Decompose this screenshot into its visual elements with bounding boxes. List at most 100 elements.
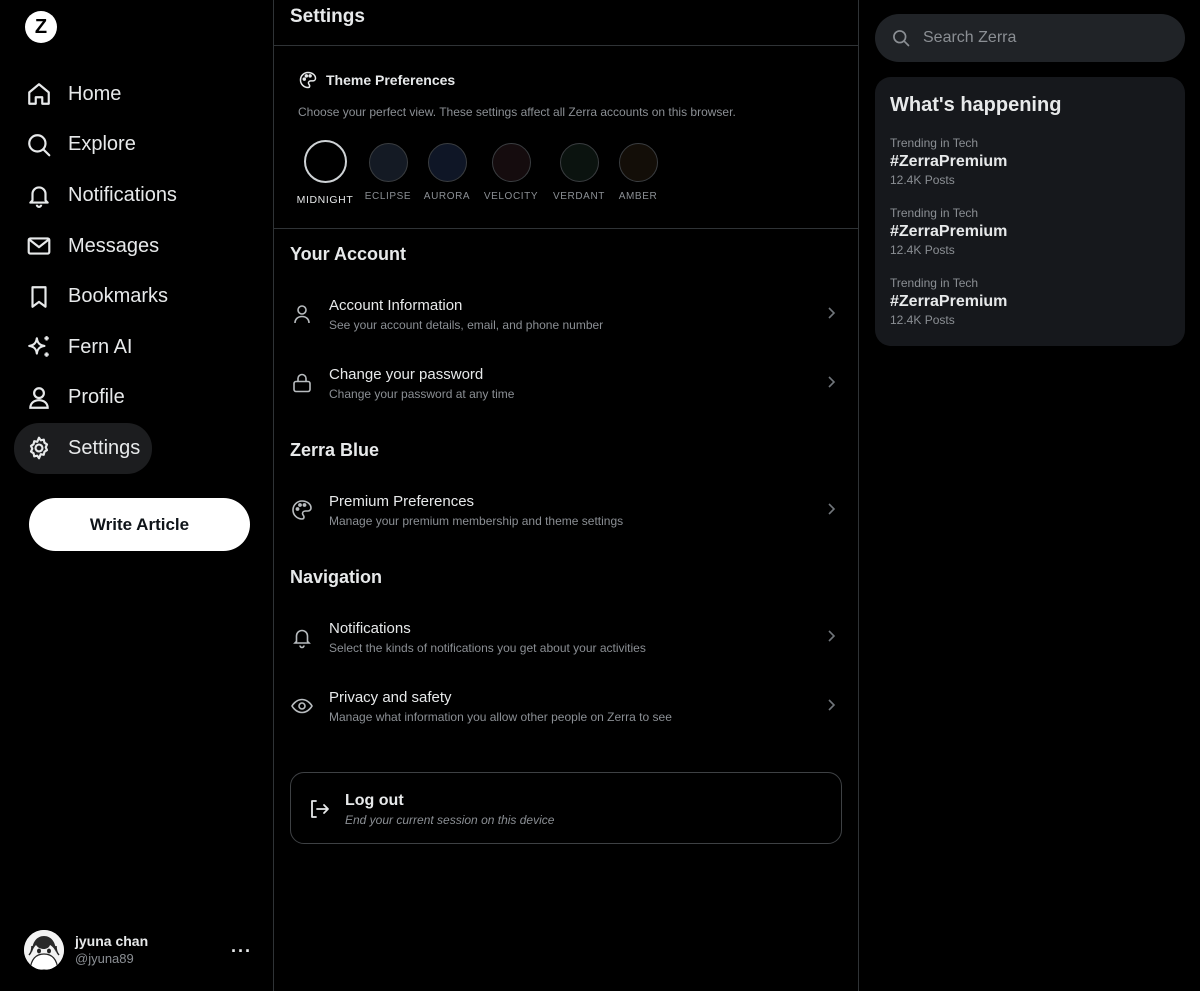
nav-label: Messages bbox=[68, 234, 160, 257]
theme-option-label: MIDNIGHT bbox=[296, 194, 354, 206]
settings-row-notifications[interactable]: Notifications Select the kinds of notifi… bbox=[274, 605, 858, 669]
trend-category: Trending in Tech bbox=[890, 136, 979, 150]
theme-option-label: AMBER bbox=[618, 191, 658, 202]
theme-option-velocity[interactable]: VELOCITY bbox=[482, 140, 540, 202]
nav-label: Profile bbox=[68, 386, 125, 409]
account-switcher[interactable]: jyuna chan @jyuna89 ··· bbox=[24, 929, 264, 971]
row-title: Premium Preferences bbox=[329, 493, 475, 510]
chevron-right-icon bbox=[828, 630, 836, 642]
logout-title: Log out bbox=[345, 792, 404, 809]
row-title: Privacy and safety bbox=[329, 689, 452, 706]
trend-item[interactable]: Trending in Tech #ZerraPremium 12.4K Pos… bbox=[890, 136, 1170, 188]
trend-tag: #ZerraPremium bbox=[890, 153, 1008, 170]
logout-button[interactable]: Log out End your current session on this… bbox=[290, 772, 842, 844]
theme-option-aurora[interactable]: AURORA bbox=[422, 140, 472, 202]
search-input[interactable] bbox=[923, 29, 1163, 47]
theme-swatch bbox=[427, 143, 467, 182]
whats-happening-panel: What's happening Trending in Tech #Zerra… bbox=[875, 77, 1185, 346]
nav-item-messages[interactable]: Messages bbox=[14, 221, 171, 272]
theme-option-midnight[interactable]: MIDNIGHT bbox=[295, 140, 355, 206]
nav-item-fern-ai[interactable]: Fern AI bbox=[14, 322, 144, 373]
chevron-right-icon bbox=[828, 699, 836, 711]
avatar bbox=[24, 930, 64, 970]
nav-item-bookmarks[interactable]: Bookmarks bbox=[14, 271, 180, 322]
sparkle-icon bbox=[28, 336, 49, 358]
user-display-name: jyuna chan bbox=[75, 933, 149, 949]
nav-item-explore[interactable]: Explore bbox=[14, 120, 148, 171]
theme-option-eclipse[interactable]: ECLIPSE bbox=[363, 140, 413, 202]
lock-icon bbox=[293, 373, 311, 393]
row-subtitle: Select the kinds of notifications you ge… bbox=[329, 641, 646, 655]
trend-item[interactable]: Trending in Tech #ZerraPremium 12.4K Pos… bbox=[890, 276, 1170, 328]
trend-item[interactable]: Trending in Tech #ZerraPremium 12.4K Pos… bbox=[890, 206, 1170, 258]
theme-option-label: VELOCITY bbox=[483, 191, 539, 202]
theme-swatch bbox=[559, 143, 599, 182]
chevron-right-icon bbox=[828, 376, 836, 388]
section-title-zerra-blue: Zerra Blue bbox=[290, 440, 380, 460]
theme-swatch bbox=[618, 143, 658, 182]
theme-swatch bbox=[368, 143, 408, 182]
divider bbox=[274, 228, 858, 229]
settings-row-account-information[interactable]: Account Information See your account det… bbox=[274, 282, 858, 346]
trend-count: 12.4K Posts bbox=[890, 173, 955, 187]
nav-label: Notifications bbox=[68, 183, 177, 206]
gear-icon bbox=[29, 437, 49, 460]
settings-panel: Settings Theme Preferences Choose your p… bbox=[274, 0, 859, 991]
theme-swatch bbox=[491, 143, 531, 182]
search-icon bbox=[28, 134, 51, 157]
logout-icon bbox=[311, 800, 329, 818]
trend-count: 12.4K Posts bbox=[890, 313, 955, 327]
bookmark-icon bbox=[31, 285, 47, 308]
settings-row-change-password[interactable]: Change your password Change your passwor… bbox=[274, 351, 858, 415]
left-sidebar: Z Home Explore Notifications Messages Bo… bbox=[0, 0, 274, 991]
bell-icon bbox=[293, 629, 311, 649]
trend-tag: #ZerraPremium bbox=[890, 223, 1008, 240]
section-title-your-account: Your Account bbox=[290, 244, 406, 264]
trend-category: Trending in Tech bbox=[890, 276, 979, 290]
nav-item-notifications[interactable]: Notifications bbox=[14, 170, 189, 221]
row-subtitle: See your account details, email, and pho… bbox=[329, 318, 604, 332]
nav-label: Bookmarks bbox=[68, 285, 169, 308]
theme-option-amber[interactable]: AMBER bbox=[614, 140, 662, 202]
theme-option-label: AURORA bbox=[423, 191, 471, 202]
nav-item-settings[interactable]: Settings bbox=[14, 423, 153, 474]
whats-happening-title: What's happening bbox=[890, 94, 1062, 116]
theme-preferences-header: Theme Preferences bbox=[298, 70, 455, 90]
chevron-right-icon bbox=[828, 503, 836, 515]
main-nav: Home Explore Notifications Messages Book… bbox=[14, 69, 189, 474]
more-icon[interactable]: ··· bbox=[231, 941, 252, 962]
theme-option-verdant[interactable]: VERDANT bbox=[551, 140, 607, 202]
row-title: Account Information bbox=[329, 297, 463, 314]
row-subtitle: Manage what information you allow other … bbox=[329, 710, 672, 724]
nav-item-profile[interactable]: Profile bbox=[14, 373, 137, 424]
nav-label: Home bbox=[68, 82, 122, 105]
nav-label: Settings bbox=[68, 436, 141, 459]
trend-category: Trending in Tech bbox=[890, 206, 979, 220]
search-bar[interactable] bbox=[875, 14, 1185, 62]
logout-subtitle: End your current session on this device bbox=[345, 813, 555, 827]
theme-swatch bbox=[303, 140, 347, 183]
user-icon bbox=[294, 305, 310, 324]
page-title: Settings bbox=[290, 6, 365, 27]
write-article-button[interactable]: Write Article bbox=[29, 498, 250, 551]
row-title: Change your password bbox=[329, 366, 484, 383]
logo[interactable]: Z bbox=[25, 11, 57, 43]
nav-item-home[interactable]: Home bbox=[14, 69, 133, 120]
trend-count: 12.4K Posts bbox=[890, 243, 955, 257]
row-subtitle: Change your password at any time bbox=[329, 387, 515, 401]
settings-row-premium-preferences[interactable]: Premium Preferences Manage your premium … bbox=[274, 478, 858, 542]
theme-preferences-description: Choose your perfect view. These settings… bbox=[298, 105, 736, 119]
theme-option-label: ECLIPSE bbox=[364, 191, 412, 202]
palette-icon bbox=[292, 500, 312, 520]
chevron-right-icon bbox=[828, 307, 836, 319]
row-subtitle: Manage your premium membership and theme… bbox=[329, 514, 624, 528]
settings-row-privacy-safety[interactable]: Privacy and safety Manage what informati… bbox=[274, 674, 858, 738]
search-icon bbox=[893, 30, 910, 47]
theme-option-label: VERDANT bbox=[553, 191, 605, 202]
section-title-navigation: Navigation bbox=[290, 567, 383, 587]
divider bbox=[274, 45, 858, 46]
nav-label: Explore bbox=[68, 133, 136, 156]
eye-icon bbox=[291, 698, 313, 714]
mail-icon bbox=[27, 237, 51, 255]
user-icon bbox=[29, 387, 49, 409]
